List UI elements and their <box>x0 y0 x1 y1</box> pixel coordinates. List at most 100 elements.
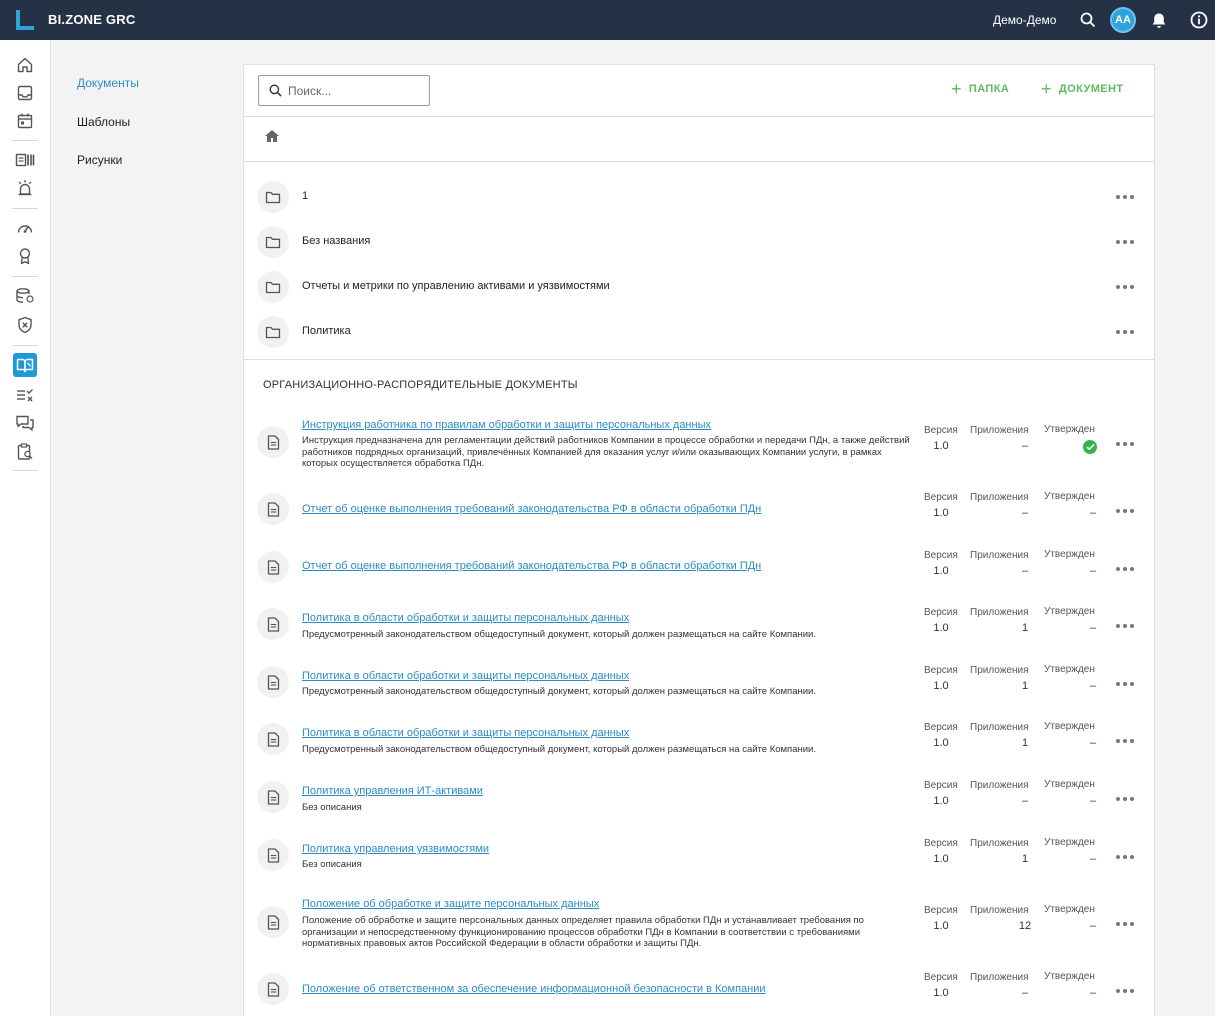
document-icon <box>257 973 289 1005</box>
approved-value: – <box>1089 737 1097 749</box>
document-title-link[interactable]: Инструкция работника по правилам обработ… <box>302 419 711 431</box>
approved-value: – <box>1089 795 1097 807</box>
folder-name[interactable]: 1 <box>302 190 308 202</box>
attachments-label: Приложения <box>970 550 1029 561</box>
document-title-link[interactable]: Отчет об оценке выполнения требований за… <box>302 503 761 515</box>
document-icon <box>257 493 289 525</box>
more-options-icon[interactable] <box>1116 795 1134 803</box>
chat-icon[interactable] <box>14 412 36 434</box>
add-document-label: ДОКУМЕНТ <box>1058 83 1124 95</box>
more-options-icon[interactable] <box>1116 440 1134 448</box>
alarm-light-icon[interactable] <box>14 177 36 199</box>
award-icon[interactable] <box>14 245 36 267</box>
registry-icon[interactable] <box>14 149 36 171</box>
document-title-link[interactable]: Положение об обработке и защите персонал… <box>302 898 599 910</box>
attachments-value: – <box>1021 565 1029 577</box>
approved-value: – <box>1089 920 1097 932</box>
approved-label: Утвержден <box>1044 971 1095 982</box>
subnav-item-documents[interactable]: Документы <box>77 76 139 90</box>
folder-icon <box>257 226 289 258</box>
database-shield-icon[interactable] <box>14 285 36 307</box>
add-folder-button[interactable]: + ПАПКА <box>951 79 1009 99</box>
breadcrumb-home-icon[interactable] <box>264 129 280 148</box>
document-title-link[interactable]: Политика в области обработки и защиты пе… <box>302 612 629 624</box>
more-options-icon[interactable] <box>1116 565 1134 573</box>
more-options-icon[interactable] <box>1116 193 1134 201</box>
subnav-item-images[interactable]: Рисунки <box>77 153 122 167</box>
attachments-value: – <box>1021 795 1029 807</box>
more-options-icon[interactable] <box>1116 507 1134 515</box>
checklist-icon[interactable] <box>14 384 36 406</box>
shield-x-icon[interactable] <box>14 314 36 336</box>
info-icon[interactable] <box>1189 10 1209 30</box>
attachments-label: Приложения <box>970 905 1029 916</box>
approved-label: Утвержден <box>1044 721 1095 732</box>
approved-label: Утвержден <box>1044 424 1095 435</box>
more-options-icon[interactable] <box>1116 680 1134 688</box>
app-title[interactable]: BI.ZONE GRC <box>48 12 135 27</box>
approved-label: Утвержден <box>1044 606 1095 617</box>
more-options-icon[interactable] <box>1116 328 1134 336</box>
document-title-link[interactable]: Отчет об оценке выполнения требований за… <box>302 560 761 572</box>
icon-rail <box>0 40 51 1016</box>
more-options-icon[interactable] <box>1116 737 1134 745</box>
bell-icon[interactable] <box>1149 10 1169 30</box>
attachments-value: – <box>1021 987 1029 999</box>
user-name[interactable]: Демо-Демо <box>993 13 1056 27</box>
calendar-icon[interactable] <box>14 110 36 132</box>
attachments-label: Приложения <box>970 838 1029 849</box>
document-title-link[interactable]: Политика управления ИТ-активами <box>302 785 483 797</box>
approved-label: Утвержден <box>1044 664 1095 675</box>
document-title-link[interactable]: Положение об ответственном за обеспечени… <box>302 983 766 995</box>
attachments-label: Приложения <box>970 665 1029 676</box>
attachments-value: 1 <box>1021 853 1029 865</box>
more-options-icon[interactable] <box>1116 987 1134 995</box>
version-label: Версия <box>924 550 958 561</box>
document-title-link[interactable]: Политика управления уязвимостями <box>302 843 489 855</box>
search-icon <box>269 84 282 97</box>
document-description: Положение об обработке и защите персонал… <box>302 915 864 949</box>
more-options-icon[interactable] <box>1116 622 1134 630</box>
avatar[interactable]: AA <box>1110 7 1136 33</box>
document-description: Предусмотренный законодательством общедо… <box>302 686 816 697</box>
folder-name[interactable]: Отчеты и метрики по управлению активами … <box>302 280 610 292</box>
approved-value: – <box>1089 565 1097 577</box>
home-icon[interactable] <box>14 54 36 76</box>
version-label: Версия <box>924 905 958 916</box>
inbox-icon[interactable] <box>14 82 36 104</box>
document-title-link[interactable]: Политика в области обработки и защиты пе… <box>302 727 629 739</box>
attachments-label: Приложения <box>970 780 1029 791</box>
folder-name[interactable]: Политика <box>302 325 351 337</box>
attachments-label: Приложения <box>970 607 1029 618</box>
more-options-icon[interactable] <box>1116 920 1134 928</box>
search-box[interactable] <box>258 75 430 106</box>
version-label: Версия <box>924 780 958 791</box>
add-document-button[interactable]: + ДОКУМЕНТ <box>1041 79 1124 99</box>
more-options-icon[interactable] <box>1116 238 1134 246</box>
approved-value: – <box>1089 622 1097 634</box>
search-icon[interactable] <box>1078 10 1098 30</box>
more-options-icon[interactable] <box>1116 283 1134 291</box>
document-icon <box>257 723 289 755</box>
speedometer-icon[interactable] <box>14 217 36 239</box>
logo-icon[interactable] <box>16 10 36 30</box>
search-input[interactable] <box>288 83 418 98</box>
folder-name[interactable]: Без названия <box>302 235 370 247</box>
plus-icon: + <box>1041 79 1052 99</box>
attachments-value: 1 <box>1021 737 1029 749</box>
attachments-value: 1 <box>1021 680 1029 692</box>
clipboard-search-icon[interactable] <box>14 441 36 463</box>
document-description: Без описания <box>302 859 362 870</box>
document-title-link[interactable]: Политика в области обработки и защиты пе… <box>302 670 629 682</box>
approved-check-icon <box>1083 440 1097 454</box>
more-options-icon[interactable] <box>1116 853 1134 861</box>
folder-icon <box>257 271 289 303</box>
plus-icon: + <box>951 79 962 99</box>
version-value: 1.0 <box>933 920 949 932</box>
approved-value: – <box>1089 853 1097 865</box>
attachments-label: Приложения <box>970 722 1029 733</box>
documents-book-icon[interactable] <box>13 353 37 377</box>
attachments-value: 12 <box>1018 920 1032 932</box>
attachments-label: Приложения <box>970 492 1029 503</box>
subnav-item-templates[interactable]: Шаблоны <box>77 115 130 129</box>
